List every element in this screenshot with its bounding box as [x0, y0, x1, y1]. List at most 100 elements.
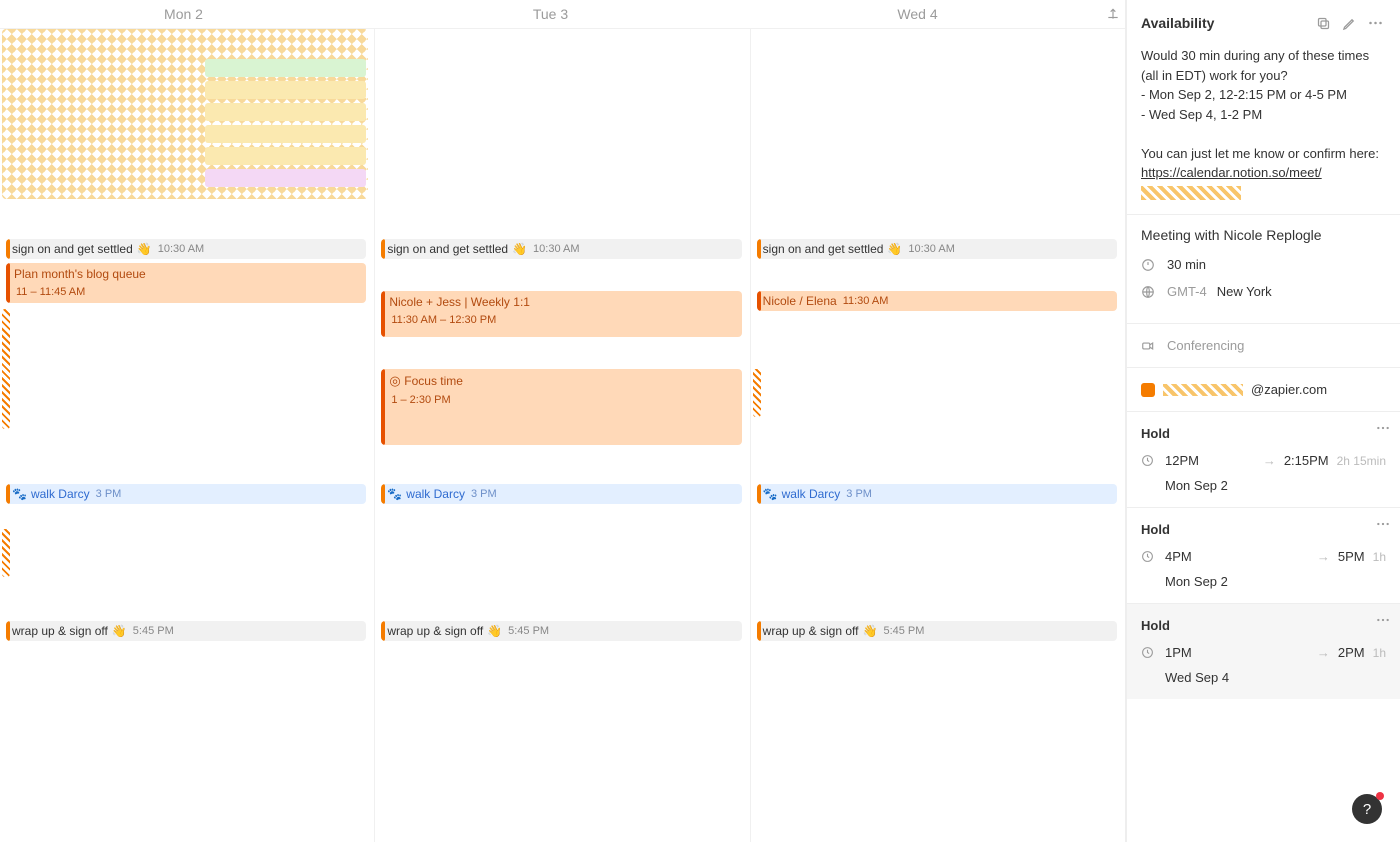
calendar-view: Mon 2 Tue 3 Wed 4 sign on and get settle… — [0, 0, 1126, 842]
hold-start: 12PM — [1165, 453, 1199, 468]
hold-block[interactable]: Hold 1PM → 2PM 1h Wed Sep 4 — [1127, 603, 1400, 699]
event-weekly-11[interactable]: Nicole + Jess | Weekly 1:1 11:30 AM – 12… — [381, 291, 741, 337]
help-button[interactable]: ? — [1352, 794, 1382, 824]
event-walk-darcy-tue[interactable]: 🐾 walk Darcy 3 PM — [381, 484, 741, 504]
sidebar-title: Availability — [1141, 15, 1308, 31]
allday-bars-mon — [205, 59, 366, 191]
hold-date: Wed Sep 4 — [1141, 670, 1386, 685]
notification-dot — [1376, 792, 1384, 800]
day-column-tue[interactable]: sign on and get settled 👋 10:30 AM Nicol… — [375, 29, 750, 842]
allday-event[interactable] — [205, 169, 366, 187]
arrow-right-icon: → — [1317, 549, 1330, 564]
event-title: Nicole / Elena — [763, 294, 837, 308]
more-icon[interactable] — [1376, 618, 1390, 622]
timezone-row[interactable]: GMT-4 New York — [1141, 284, 1386, 299]
redacted-text — [1141, 186, 1241, 200]
event-time: 5:45 PM — [883, 625, 924, 637]
event-plan-month[interactable]: Plan month's blog queue 11 – 11:45 AM — [6, 263, 366, 303]
wave-icon: 👋 — [512, 242, 527, 256]
calendar-header: Mon 2 Tue 3 Wed 4 — [0, 0, 1125, 29]
event-sign-on-tue[interactable]: sign on and get settled 👋 10:30 AM — [381, 239, 741, 259]
calendar-color-chip — [1141, 383, 1155, 397]
availability-line: - Mon Sep 2, 12-2:15 PM or 4-5 PM — [1141, 85, 1386, 105]
paw-icon: 🐾 — [763, 487, 778, 501]
event-time: 5:45 PM — [133, 625, 174, 637]
clock-icon — [1141, 646, 1157, 659]
meeting-title: Meeting with Nicole Replogle — [1141, 227, 1386, 243]
event-title: Focus time — [404, 374, 463, 388]
day-header-wed[interactable]: Wed 4 — [734, 0, 1101, 28]
target-icon: ◎ — [389, 373, 400, 388]
allday-event[interactable] — [205, 81, 366, 99]
hold-end: 5PM — [1338, 549, 1365, 564]
event-time: 10:30 AM — [533, 243, 579, 255]
edit-icon[interactable] — [1338, 12, 1360, 34]
redacted-text — [1163, 384, 1243, 396]
availability-line: You can just let me know or confirm here… — [1141, 144, 1386, 164]
event-title: walk Darcy — [406, 487, 465, 501]
duration-row[interactable]: 30 min — [1141, 257, 1386, 272]
hold-block[interactable]: Hold 12PM → 2:15PM 2h 15min Mon Sep 2 — [1127, 411, 1400, 507]
allday-event[interactable] — [205, 125, 366, 143]
copy-icon[interactable] — [1312, 12, 1334, 34]
more-icon[interactable] — [1376, 426, 1390, 430]
day-column-mon[interactable]: sign on and get settled 👋 10:30 AM Plan … — [0, 29, 375, 842]
meeting-details: Meeting with Nicole Replogle 30 min GMT-… — [1127, 214, 1400, 323]
globe-icon — [1141, 285, 1157, 299]
event-time: 3 PM — [96, 488, 122, 500]
more-icon[interactable] — [1376, 522, 1390, 526]
availability-slot-mon-2[interactable] — [2, 529, 10, 577]
allday-event[interactable] — [205, 147, 366, 165]
event-focus-time[interactable]: ◎ Focus time 1 – 2:30 PM — [381, 369, 741, 445]
event-title: sign on and get settled — [763, 242, 884, 256]
event-wrap-up-tue[interactable]: wrap up & sign off 👋 5:45 PM — [381, 621, 741, 641]
wave-icon: 👋 — [487, 624, 502, 638]
event-walk-darcy-mon[interactable]: 🐾 walk Darcy 3 PM — [6, 484, 366, 504]
more-icon[interactable] — [1364, 12, 1386, 34]
day-header-tue[interactable]: Tue 3 — [367, 0, 734, 28]
hold-end: 2:15PM — [1284, 453, 1329, 468]
day-header-mon[interactable]: Mon 2 — [0, 0, 367, 28]
event-title: Nicole + Jess | Weekly 1:1 — [389, 295, 530, 309]
wave-icon: 👋 — [112, 624, 127, 638]
event-time: 10:30 AM — [908, 243, 954, 255]
sync-icon[interactable] — [1101, 0, 1125, 28]
hold-duration: 1h — [1373, 646, 1386, 660]
availability-message: Would 30 min during any of these times (… — [1127, 46, 1400, 214]
event-title: wrap up & sign off — [12, 624, 108, 638]
account-row[interactable]: @zapier.com — [1127, 367, 1400, 411]
event-walk-darcy-wed[interactable]: 🐾 walk Darcy 3 PM — [757, 484, 1117, 504]
hold-block[interactable]: Hold 4PM → 5PM 1h Mon Sep 2 — [1127, 507, 1400, 603]
booking-link[interactable]: https://calendar.notion.so/meet/ — [1141, 165, 1322, 180]
availability-slot-wed[interactable] — [753, 369, 761, 417]
event-time: 11:30 AM — [843, 295, 889, 307]
hold-date: Mon Sep 2 — [1141, 574, 1386, 589]
duration-value: 30 min — [1167, 257, 1206, 272]
event-wrap-up-mon[interactable]: wrap up & sign off 👋 5:45 PM — [6, 621, 366, 641]
arrow-right-icon: → — [1263, 453, 1276, 468]
hold-title: Hold — [1141, 618, 1386, 633]
sidebar-header: Availability — [1127, 0, 1400, 46]
hold-start: 1PM — [1165, 645, 1192, 660]
availability-line: Would 30 min during any of these times (… — [1141, 46, 1386, 85]
conferencing-row[interactable]: Conferencing — [1127, 323, 1400, 367]
allday-event[interactable] — [205, 103, 366, 121]
event-title: walk Darcy — [782, 487, 841, 501]
event-nicole-elena[interactable]: Nicole / Elena 11:30 AM — [757, 291, 1117, 311]
event-time: 3 PM — [471, 488, 497, 500]
clock-icon — [1141, 454, 1157, 467]
event-sign-on-wed[interactable]: sign on and get settled 👋 10:30 AM — [757, 239, 1117, 259]
account-email: @zapier.com — [1251, 382, 1327, 397]
conferencing-label: Conferencing — [1167, 338, 1244, 353]
wave-icon: 👋 — [887, 242, 902, 256]
hold-duration: 1h — [1373, 550, 1386, 564]
day-column-wed[interactable]: sign on and get settled 👋 10:30 AM Nicol… — [751, 29, 1125, 842]
allday-event[interactable] — [205, 59, 366, 77]
event-wrap-up-wed[interactable]: wrap up & sign off 👋 5:45 PM — [757, 621, 1117, 641]
wave-icon: 👋 — [137, 242, 152, 256]
event-time: 1 – 2:30 PM — [391, 394, 450, 406]
event-sign-on-mon[interactable]: sign on and get settled 👋 10:30 AM — [6, 239, 366, 259]
event-title: Plan month's blog queue — [14, 267, 146, 281]
availability-slot-mon-1[interactable] — [2, 309, 10, 429]
calendar-body: sign on and get settled 👋 10:30 AM Plan … — [0, 29, 1125, 842]
